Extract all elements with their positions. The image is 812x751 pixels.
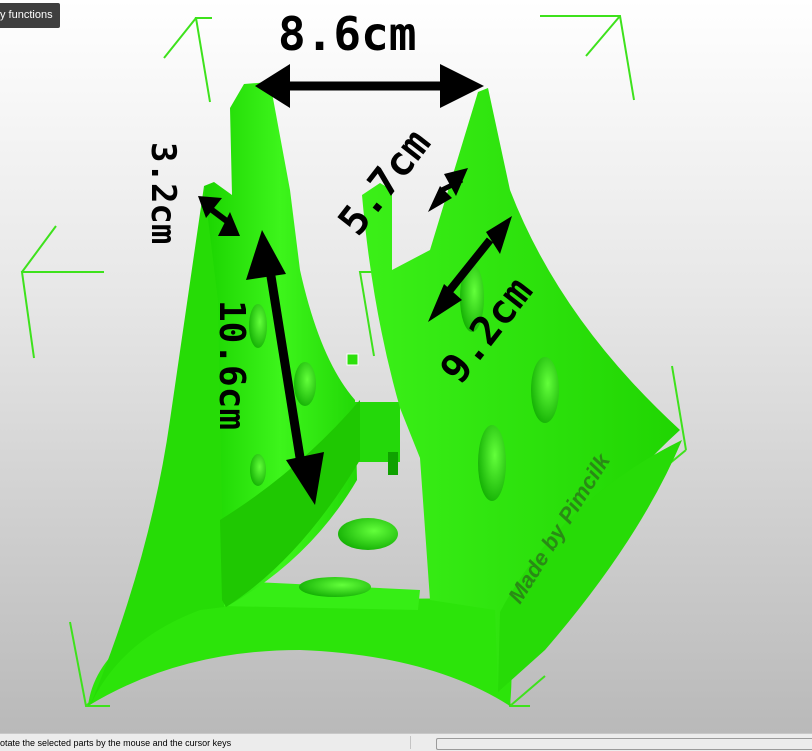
- hole: [478, 425, 506, 501]
- dim-left-long-label: 10.6cm: [211, 300, 252, 430]
- hole: [338, 518, 398, 550]
- hole: [299, 577, 371, 597]
- dim-width-label: 8.6cm: [278, 7, 416, 61]
- hole: [294, 362, 316, 406]
- hole: [531, 357, 559, 423]
- scene-svg: Made by Pimcilk 8.6cm 3.2cm 10.6cm 5.7cm…: [20, 7, 687, 707]
- hole: [250, 454, 266, 486]
- progress-bar: [436, 738, 812, 750]
- status-bar: otate the selected parts by the mouse an…: [0, 733, 812, 751]
- status-text: otate the selected parts by the mouse an…: [0, 738, 232, 748]
- status-separator: [410, 736, 411, 749]
- functions-menu-tab[interactable]: y functions: [0, 3, 60, 28]
- dim-left-top-label: 3.2cm: [143, 142, 183, 244]
- 3d-viewport[interactable]: Made by Pimcilk 8.6cm 3.2cm 10.6cm 5.7cm…: [0, 0, 812, 733]
- back-slot: [388, 452, 398, 475]
- pivot-marker: [346, 353, 359, 366]
